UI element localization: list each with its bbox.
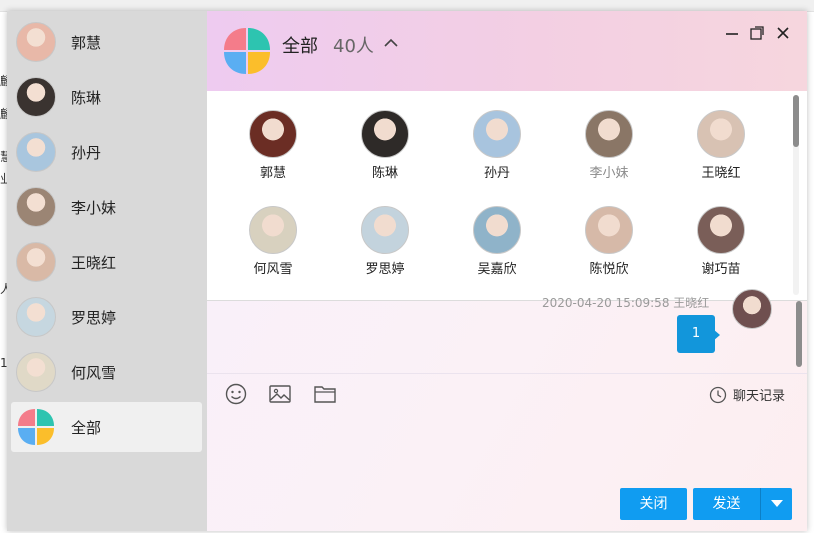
contact-sidebar: 郭慧 陈琳 孙丹 李小妹 王晓红 罗思婷 何风雪 全部 — [7, 11, 207, 531]
input-toolbar: 聊天记录 — [207, 373, 807, 413]
clock-icon — [709, 386, 727, 403]
send-button[interactable]: 发送 — [693, 488, 760, 520]
member-name: 陈琳 — [371, 166, 398, 181]
avatar — [361, 206, 409, 254]
avatar — [697, 110, 745, 158]
member-scrollbar[interactable] — [793, 95, 799, 147]
sidebar-contact-all-group[interactable]: 全部 — [11, 402, 202, 452]
chevron-up-icon[interactable] — [383, 35, 399, 51]
avatar — [249, 110, 297, 158]
member-name: 罗思婷 — [365, 262, 405, 277]
chat-title: 全部 — [282, 36, 318, 57]
maximize-icon[interactable] — [749, 25, 765, 41]
member-name: 郭慧 — [259, 166, 286, 181]
member-item[interactable]: 郭慧 — [233, 110, 313, 181]
member-item[interactable]: 何风雪 — [233, 206, 313, 277]
close-button[interactable]: 关闭 — [620, 488, 687, 520]
member-item[interactable]: 孙丹 — [457, 110, 537, 181]
close-icon[interactable] — [775, 25, 791, 41]
message-bubble-tail — [713, 329, 720, 341]
avatar — [16, 77, 56, 117]
group-chat-window: 郭慧 陈琳 孙丹 李小妹 王晓红 罗思婷 何风雪 全部 全部 40人 郭慧 陈琳… — [7, 11, 807, 531]
folder-icon[interactable] — [313, 383, 337, 405]
member-item[interactable]: 陈悦欣 — [569, 206, 649, 277]
avatar — [697, 206, 745, 254]
sidebar-contact-chenlin[interactable]: 陈琳 — [11, 72, 202, 122]
sidebar-contact-luositing[interactable]: 罗思婷 — [11, 292, 202, 342]
avatar — [585, 206, 633, 254]
avatar — [16, 132, 56, 172]
contact-name: 李小妹 — [71, 198, 117, 217]
sidebar-contact-hefengxue[interactable]: 何风雪 — [11, 347, 202, 397]
sidebar-contact-guohui[interactable]: 郭慧 — [11, 17, 202, 67]
member-name: 李小妹 — [589, 166, 629, 181]
chat-header: 全部 40人 — [207, 11, 807, 91]
member-item[interactable]: 吴嘉欣 — [457, 206, 537, 277]
message-meta: 2020-04-20 15:09:58 王晓红 — [542, 296, 710, 310]
member-panel: 郭慧 陈琳 孙丹 李小妹 王晓红 何风雪 罗思婷 吴嘉欣 陈悦欣 谢巧苗 — [207, 91, 807, 301]
member-name: 孙丹 — [483, 166, 510, 181]
member-name: 何风雪 — [253, 262, 293, 277]
avatar — [16, 352, 56, 392]
message-bubble[interactable]: 1 — [677, 315, 715, 353]
member-item[interactable]: 王晓红 — [681, 110, 761, 181]
sidebar-contact-wangxiaohong[interactable]: 王晓红 — [11, 237, 202, 287]
chat-history-label: 聊天记录 — [733, 389, 786, 404]
avatar — [16, 187, 56, 227]
avatar — [585, 110, 633, 158]
member-name: 陈悦欣 — [589, 262, 629, 277]
minimize-icon[interactable] — [724, 25, 740, 41]
member-name: 王晓红 — [701, 166, 741, 181]
contact-name: 郭慧 — [71, 33, 102, 52]
chat-scrollbar[interactable] — [796, 301, 802, 367]
contact-name: 何风雪 — [71, 363, 117, 382]
avatar — [16, 297, 56, 337]
contact-name: 孙丹 — [71, 143, 102, 162]
chat-main: 全部 40人 郭慧 陈琳 孙丹 李小妹 王晓红 何风雪 罗思婷 吴嘉欣 陈悦欣 … — [207, 11, 807, 531]
member-name: 吴嘉欣 — [477, 262, 517, 277]
member-item[interactable]: 李小妹 — [569, 110, 649, 181]
emoji-icon[interactable] — [224, 383, 248, 405]
member-item[interactable]: 陈琳 — [345, 110, 425, 181]
avatar — [16, 242, 56, 282]
sidebar-contact-lixiaomei[interactable]: 李小妹 — [11, 182, 202, 232]
group-logo-icon — [224, 28, 270, 74]
member-name: 谢巧苗 — [701, 262, 741, 277]
avatar[interactable] — [732, 289, 772, 329]
contact-name: 王晓红 — [71, 253, 117, 272]
contact-name: 陈琳 — [71, 88, 102, 107]
avatar — [16, 22, 56, 62]
contact-name: 全部 — [71, 418, 102, 437]
avatar — [361, 110, 409, 158]
group-logo-icon — [18, 409, 54, 445]
contact-name: 罗思婷 — [71, 308, 117, 327]
caret-down-icon — [770, 500, 783, 507]
send-options-button[interactable] — [761, 488, 792, 520]
image-icon[interactable] — [268, 383, 292, 405]
avatar — [473, 110, 521, 158]
member-item[interactable]: 罗思婷 — [345, 206, 425, 277]
sidebar-contact-sundan[interactable]: 孙丹 — [11, 127, 202, 177]
avatar — [473, 206, 521, 254]
member-item[interactable]: 谢巧苗 — [681, 206, 761, 277]
member-count: 40人 — [333, 36, 374, 57]
chat-history-button[interactable]: 聊天记录 — [709, 385, 785, 404]
avatar — [249, 206, 297, 254]
